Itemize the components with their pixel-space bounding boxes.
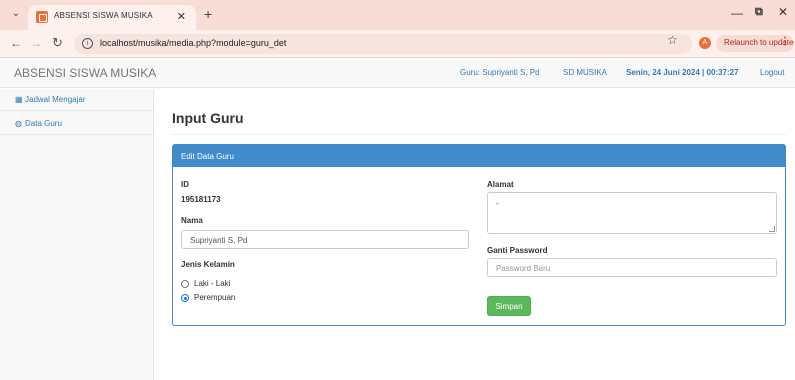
- title-divider: [172, 134, 786, 135]
- tab-close-icon[interactable]: ✕: [177, 10, 186, 23]
- sidebar-item-data-guru[interactable]: ◍ Data Guru: [0, 113, 154, 135]
- close-icon[interactable]: ✕: [778, 5, 788, 19]
- users-icon: ◍: [15, 119, 22, 128]
- jenis-kelamin-label: Jenis Kelamin: [181, 260, 235, 269]
- nama-label: Nama: [181, 216, 203, 225]
- edit-panel: Edit Data Guru ID 195181173 Nama Supriya…: [172, 144, 786, 326]
- logout-link[interactable]: Logout: [760, 68, 784, 77]
- minimize-icon[interactable]: —: [731, 6, 743, 20]
- nav-guru-link[interactable]: Guru: Supriyanti S, Pd: [460, 68, 540, 77]
- sidebar-item-label: Jadwal Mengajar: [25, 95, 86, 104]
- save-button-label: Simpan: [495, 302, 523, 311]
- alamat-textarea[interactable]: -: [487, 192, 777, 234]
- browser-tab[interactable]: ABSENSI SISWA MUSIKA ✕: [28, 5, 196, 30]
- resize-grip-icon[interactable]: [769, 226, 775, 232]
- forward-icon[interactable]: →: [30, 36, 42, 50]
- reload-icon[interactable]: ↻: [52, 35, 63, 51]
- maximize-icon[interactable]: ⧉: [755, 6, 763, 19]
- sidebar-item-jadwal-mengajar[interactable]: ▦ Jadwal Mengajar: [0, 89, 154, 111]
- nav-datetime: Senin, 24 Juni 2024 | 00:37:27: [626, 68, 739, 77]
- id-value: 195181173: [181, 195, 221, 204]
- nama-value: Supriyanti S, Pd: [190, 236, 248, 245]
- radio-label: Perempuan: [194, 293, 236, 302]
- tab-title: ABSENSI SISWA MUSIKA: [54, 11, 153, 20]
- browser-tab-strip: ⌄ ABSENSI SISWA MUSIKA ✕ + — ⧉ ✕: [0, 0, 795, 30]
- radio-perempuan[interactable]: Perempuan: [181, 293, 301, 305]
- panel-heading: Edit Data Guru: [173, 145, 785, 167]
- more-menu-icon[interactable]: ⋮: [780, 36, 790, 47]
- relaunch-button[interactable]: Relaunch to update ⋮: [716, 35, 794, 52]
- panel-title: Edit Data Guru: [181, 152, 234, 161]
- nav-school-link[interactable]: SD MUSIKA: [563, 68, 607, 77]
- save-button[interactable]: Simpan: [487, 296, 531, 316]
- new-tab-button[interactable]: +: [204, 6, 212, 22]
- profile-avatar[interactable]: A: [699, 37, 711, 49]
- alamat-label: Alamat: [487, 180, 514, 189]
- back-icon[interactable]: ←: [10, 36, 22, 50]
- radio-unchecked[interactable]: [181, 280, 189, 288]
- tab-menu-icon[interactable]: ⌄: [8, 8, 24, 22]
- app-navbar: ABSENSI SISWA MUSIKA Guru: Supriyanti S,…: [0, 58, 795, 88]
- password-field[interactable]: Password Baru: [487, 258, 777, 277]
- alamat-value: -: [496, 199, 499, 208]
- bookmark-star-icon[interactable]: ☆: [667, 33, 678, 47]
- url-input[interactable]: i localhost/musika/media.php?module=guru…: [74, 34, 692, 54]
- brand-title[interactable]: ABSENSI SISWA MUSIKA: [14, 66, 156, 80]
- table-icon: ▦: [15, 95, 23, 104]
- password-label: Ganti Password: [487, 246, 548, 255]
- url-text: localhost/musika/media.php?module=guru_d…: [100, 38, 287, 48]
- password-placeholder: Password Baru: [496, 264, 551, 273]
- site-info-icon[interactable]: i: [82, 38, 93, 49]
- radio-label: Laki - Laki: [194, 279, 231, 288]
- radio-checked[interactable]: [181, 294, 189, 302]
- nama-field[interactable]: Supriyanti S, Pd: [181, 230, 469, 249]
- id-label: ID: [181, 180, 189, 189]
- page-title: Input Guru: [172, 110, 244, 126]
- sidebar-item-label: Data Guru: [25, 119, 62, 128]
- radio-laki-laki[interactable]: Laki - Laki: [181, 279, 301, 291]
- favicon-icon: [36, 11, 48, 23]
- sidebar: ▦ Jadwal Mengajar ◍ Data Guru: [0, 89, 154, 380]
